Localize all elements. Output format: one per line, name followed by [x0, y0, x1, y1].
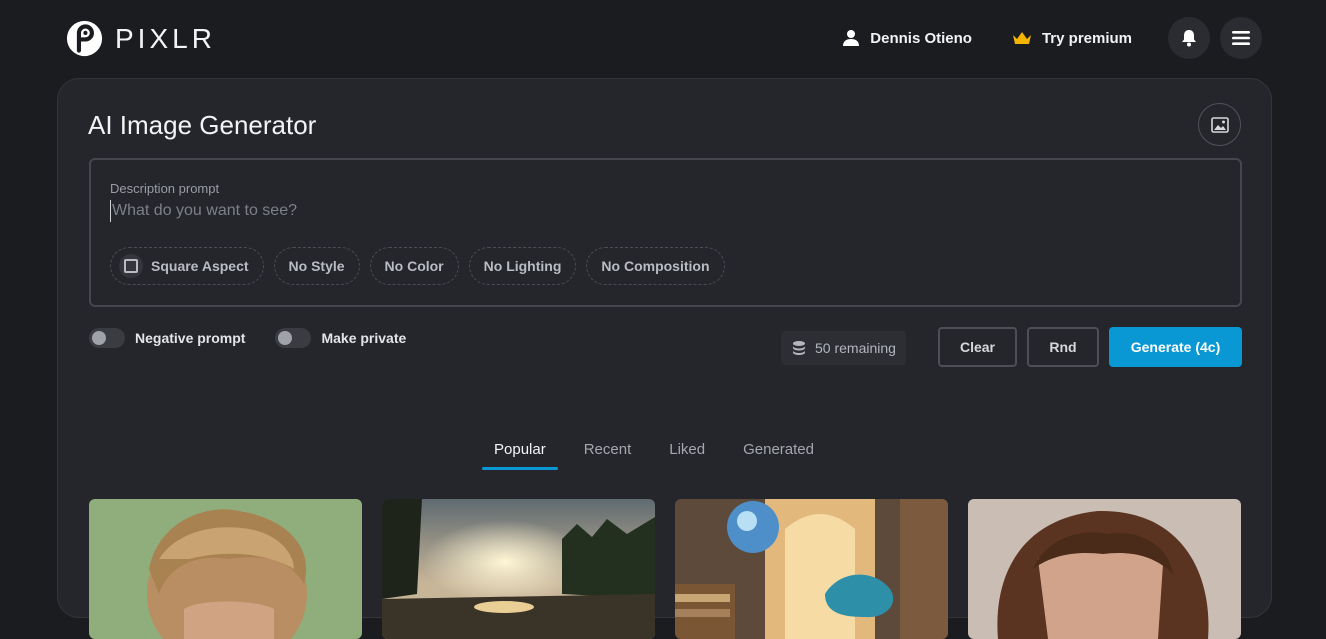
- negative-prompt-toggle-row: Negative prompt: [89, 328, 245, 348]
- user-name: Dennis Otieno: [870, 29, 972, 47]
- negative-prompt-label: Negative prompt: [135, 330, 246, 346]
- gallery-image-curly-hair-portrait[interactable]: [968, 499, 1241, 639]
- pixlr-logo[interactable]: PIXLR: [66, 20, 216, 57]
- bell-icon: [1182, 30, 1196, 47]
- pixlr-logo-icon: [66, 20, 103, 57]
- prompt-label: Description prompt: [110, 181, 220, 196]
- make-private-toggle[interactable]: [275, 328, 312, 348]
- tab-liked[interactable]: Liked: [657, 429, 717, 469]
- credits-remaining: 50 remaining: [781, 331, 906, 365]
- negative-prompt-toggle[interactable]: [89, 328, 125, 348]
- lighting-chip-label: No Lighting: [483, 258, 562, 274]
- prompt-input[interactable]: [110, 200, 1110, 222]
- image-gallery: [89, 499, 1241, 639]
- generator-panel: AI Image Generator Description prompt Sq…: [57, 78, 1272, 639]
- crown-icon: [1012, 31, 1031, 44]
- generate-button[interactable]: Generate (4c): [1109, 327, 1242, 367]
- hamburger-icon: [1232, 31, 1250, 45]
- coins-icon: [793, 341, 805, 355]
- tab-popular[interactable]: Popular: [482, 429, 558, 470]
- clear-button[interactable]: Clear: [938, 327, 1017, 367]
- square-aspect-chip[interactable]: Square Aspect: [110, 247, 264, 285]
- checkbox-icon: [119, 254, 143, 278]
- main-menu-button[interactable]: [1220, 17, 1262, 59]
- credits-text: 50 remaining: [815, 340, 896, 356]
- square-aspect-label: Square Aspect: [151, 258, 249, 274]
- style-chip[interactable]: No Style: [273, 247, 360, 285]
- make-private-label: Make private: [321, 330, 407, 346]
- make-private-toggle-row: Make private: [275, 328, 406, 348]
- user-profile-link[interactable]: Dennis Otieno: [842, 29, 972, 47]
- user-icon: [843, 30, 860, 46]
- gallery-image-fantasy-library-dragon[interactable]: [675, 499, 948, 639]
- page-title: AI Image Generator: [88, 110, 317, 140]
- try-premium-label: Try premium: [1041, 29, 1132, 47]
- lighting-chip[interactable]: No Lighting: [468, 247, 577, 285]
- composition-chip-label: No Composition: [601, 258, 710, 274]
- tab-recent[interactable]: Recent: [572, 429, 644, 469]
- color-chip-label: No Color: [384, 258, 444, 274]
- color-chip[interactable]: No Color: [369, 247, 459, 285]
- style-chip-label: No Style: [288, 258, 345, 274]
- image-reference-button[interactable]: [1198, 103, 1241, 146]
- try-premium-link[interactable]: Try premium: [1012, 30, 1132, 47]
- logo-text: PIXLR: [115, 22, 216, 54]
- prompt-box: Description prompt Square Aspect No Styl…: [89, 158, 1242, 307]
- random-button[interactable]: Rnd: [1027, 327, 1099, 367]
- tab-generated[interactable]: Generated: [731, 429, 826, 469]
- gallery-tabs: Popular Recent Liked Generated: [482, 429, 840, 470]
- notifications-button[interactable]: [1168, 17, 1210, 59]
- image-icon: [1210, 116, 1229, 133]
- gallery-image-blond-man-portrait[interactable]: [89, 499, 362, 639]
- composition-chip[interactable]: No Composition: [586, 247, 725, 285]
- gallery-image-forest-lake-sunset[interactable]: [382, 499, 655, 639]
- top-bar: PIXLR Dennis Otieno Try premium: [0, 0, 1326, 78]
